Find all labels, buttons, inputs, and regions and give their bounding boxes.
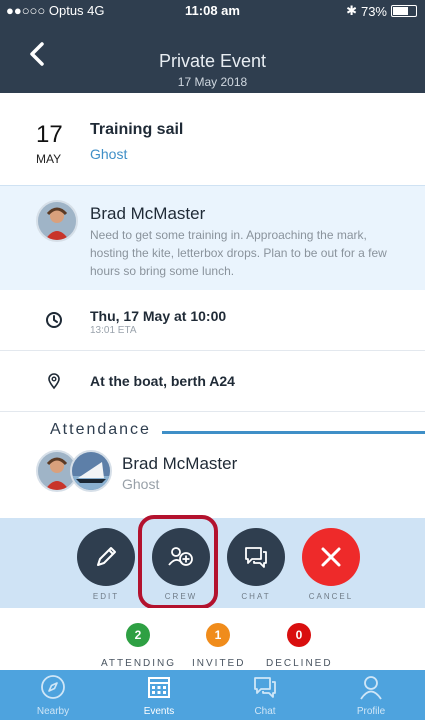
datetime-row: Thu, 17 May at 10:00 13:01 ETA (0, 290, 425, 351)
edit-label: EDIT (92, 592, 120, 601)
tab-events[interactable]: Events (106, 670, 212, 720)
cancel-button[interactable]: CANCEL (302, 528, 360, 601)
tab-events-label: Events (143, 706, 175, 717)
invited-count-badge: 1 (206, 623, 230, 647)
tab-chat[interactable]: Chat (212, 670, 318, 720)
organizer-name: Brad McMaster (90, 204, 206, 223)
attendee-boat: Ghost (122, 476, 160, 492)
battery-fill (393, 7, 408, 15)
tab-profile-label: Profile (356, 706, 386, 717)
declined-count-badge: 0 (287, 623, 311, 647)
tab-nearby-label: Nearby (36, 706, 70, 717)
event-day: 17 (36, 121, 63, 148)
boat-avatar[interactable] (70, 450, 112, 492)
navigation-bar: Private Event 17 May 2018 (0, 20, 425, 93)
tab-bar: Nearby Events Chat Profile (0, 670, 425, 720)
chat-label: CHAT (241, 592, 271, 601)
attendee-name: Brad McMaster (122, 454, 238, 473)
attendance-stats: 2 1 0 ATTENDING INVITED DECLINED (0, 608, 425, 670)
event-eta: 13:01 ETA (90, 325, 137, 336)
organizer-avatar[interactable] (36, 200, 78, 242)
location-pin-icon (48, 373, 60, 390)
status-bar: ●●○○○ Optus 4G 11:08 am ✱ 73% (0, 0, 425, 20)
status-right: ✱ 73% (346, 3, 417, 19)
clock-icon (46, 312, 62, 328)
attending-count-badge: 2 (126, 623, 150, 647)
chat-icon (254, 677, 276, 698)
close-icon (321, 547, 341, 567)
event-description: Need to get some training in. Approachin… (90, 228, 387, 278)
pencil-icon (97, 547, 116, 566)
location-row: At the boat, berth A24 (0, 351, 425, 412)
battery-icon (391, 5, 417, 17)
invited-label: INVITED (192, 658, 246, 669)
attendance-divider (162, 431, 425, 434)
declined-label: DECLINED (266, 658, 333, 669)
event-title: Training sail (90, 121, 184, 138)
compass-icon (41, 675, 65, 699)
bluetooth-icon: ✱ (346, 3, 357, 18)
organizer-card: Brad McMaster Need to get some training … (0, 185, 425, 291)
event-datetime: Thu, 17 May at 10:00 (90, 308, 227, 324)
attendance-heading: Attendance (50, 421, 151, 438)
page-title: Private Event (158, 51, 267, 71)
profile-icon (360, 676, 382, 700)
event-header: 17 MAY Training sail Ghost (0, 93, 425, 185)
chat-button[interactable]: CHAT (227, 528, 285, 601)
calendar-icon (148, 677, 170, 698)
event-month: MAY (36, 152, 62, 166)
chat-icon (245, 547, 267, 568)
tab-chat-label: Chat (254, 706, 276, 717)
chat-circle (227, 528, 285, 586)
battery-percent: 73% (360, 3, 387, 19)
edit-button[interactable]: EDIT (77, 528, 135, 601)
edit-circle (77, 528, 135, 586)
tab-nearby[interactable]: Nearby (0, 670, 106, 720)
cancel-circle (302, 528, 360, 586)
tab-profile[interactable]: Profile (318, 670, 424, 720)
page-subtitle: 17 May 2018 (177, 75, 248, 89)
attending-label: ATTENDING (101, 658, 177, 669)
event-location: At the boat, berth A24 (90, 373, 235, 389)
event-boat-link[interactable]: Ghost (90, 146, 127, 162)
cancel-label: CANCEL (308, 592, 354, 601)
crew-highlight-box (138, 515, 218, 609)
